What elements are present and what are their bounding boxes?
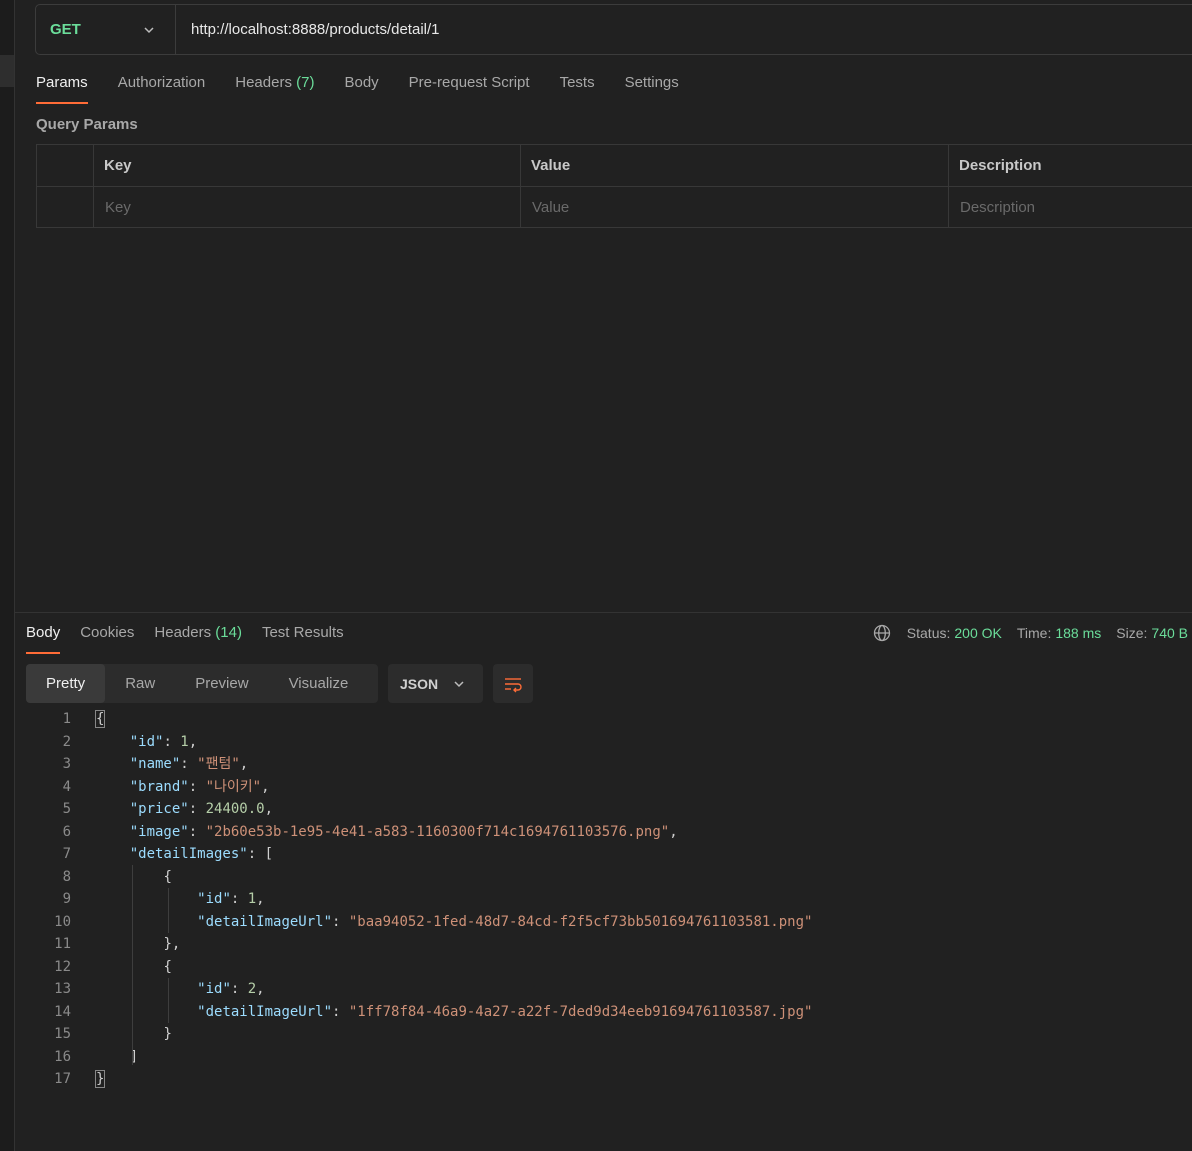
line-number: 13 [54,981,71,997]
json-key: "price" [129,801,189,817]
value-column-header: Value [520,144,949,187]
line-number: 4 [62,778,71,795]
description-input[interactable]: Description [948,186,1192,228]
request-url-bar: GET http://localhost:8888/products/detai… [35,4,1192,55]
status-value[interactable]: 200 OK [954,625,1001,641]
tab-headers[interactable]: Headers (7) [235,72,314,104]
json-value: 1 [180,733,189,750]
json-key: "id" [129,733,164,750]
tab-authorization[interactable]: Authorization [118,72,206,104]
view-raw-button[interactable]: Raw [105,664,175,703]
table-header-row: Key Value Description [36,144,1192,187]
json-value: "2b60e53b-1e95-4e41-a583-1160300f714c169… [205,823,670,840]
line-number: 9 [62,891,71,907]
json-key: "name" [129,756,181,772]
format-select[interactable]: JSON [388,664,483,703]
chevron-down-icon [144,26,154,33]
json-value: 1 [247,891,257,907]
view-preview-button[interactable]: Preview [175,664,268,703]
line-number: 7 [62,846,71,862]
response-headers-count-badge: (14) [215,624,242,641]
json-key: "image" [129,823,189,840]
line-number: 5 [62,801,71,817]
checkbox-column-header [36,144,94,187]
json-value: 2 [247,981,257,997]
headers-count-badge: (7) [296,74,315,91]
indent-guide [168,888,169,933]
line-number: 10 [54,913,71,930]
line-number: 1 [62,711,71,727]
method-select[interactable]: GET [36,5,176,54]
indent-guide [168,978,169,1023]
key-input[interactable]: Key [93,186,521,228]
table-row: Key Value Description [36,186,1192,228]
json-key: "id" [197,891,231,907]
line-number: 12 [54,958,71,975]
line-number: 14 [54,1003,71,1020]
tab-settings[interactable]: Settings [625,72,679,104]
line-number: 16 [54,1048,71,1065]
tab-response-headers-label: Headers [154,624,212,641]
format-select-label: JSON [400,675,439,692]
json-value: 24400.0 [205,801,265,817]
json-value: "1ff78f84-46a9-4a27-a22f-7ded9d34eeb9169… [348,1003,813,1020]
sidebar-active-marker [0,55,14,87]
json-key: "brand" [129,778,189,795]
response-status-bar: Status: 200 OK Time: 188 ms Size: 740 B [873,624,1188,642]
tab-test-results[interactable]: Test Results [262,622,344,654]
line-number: 8 [62,868,71,885]
line-number: 15 [54,1026,71,1042]
size-label: Size: [1116,625,1148,641]
time-label: Time: [1016,625,1052,641]
size-value[interactable]: 740 B [1151,625,1188,641]
tab-params[interactable]: Params [36,72,88,104]
json-key: "detailImages" [129,846,248,862]
query-params-title: Query Params [36,116,138,133]
line-number: 11 [54,936,71,952]
wrap-lines-icon [505,677,522,692]
view-visualize-button[interactable]: Visualize [269,664,369,703]
view-pretty-button[interactable]: Pretty [26,664,106,703]
json-key: "detailImageUrl" [197,1003,333,1020]
key-column-header: Key [93,144,521,187]
method-label: GET [50,21,81,38]
row-checkbox-cell [36,186,94,228]
line-number: 2 [62,733,71,750]
response-divider[interactable] [15,612,1192,613]
request-tabs: Params Authorization Headers (7) Body Pr… [36,72,709,104]
sidebar-rail [0,0,15,1151]
tab-prerequest-script[interactable]: Pre-request Script [409,72,530,104]
tab-headers-label: Headers [235,74,292,91]
tab-response-headers[interactable]: Headers (14) [154,622,242,654]
tab-tests[interactable]: Tests [560,72,595,104]
url-input[interactable]: http://localhost:8888/products/detail/1 [176,21,440,38]
tab-response-body[interactable]: Body [26,622,61,654]
time-value[interactable]: 188 ms [1055,625,1101,641]
value-input[interactable]: Value [520,186,949,228]
line-number: 6 [62,823,71,840]
tab-cookies[interactable]: Cookies [80,622,134,654]
query-params-table: Key Value Description Key Value Descript… [36,144,1192,228]
description-column-header: Description [948,144,1192,187]
json-key: "detailImageUrl" [197,913,333,930]
status-label: Status: [906,625,951,641]
view-mode-selector: Pretty Raw Preview Visualize [26,664,378,703]
line-number: 17 [54,1071,71,1087]
line-number: 3 [62,756,71,772]
json-value: "팬텀" [197,756,240,772]
response-tabs: Body Cookies Headers (14) Test Results [26,622,364,654]
json-value: "baa94052-1fed-48d7-84cd-f2f5cf73bb50169… [348,913,813,930]
json-value: "나이키" [205,778,262,795]
wrap-lines-button[interactable] [493,664,533,703]
json-key: "id" [197,981,231,997]
globe-icon[interactable] [873,624,891,642]
chevron-down-icon [454,680,464,687]
indent-guide [132,865,133,1065]
tab-body[interactable]: Body [344,72,378,104]
